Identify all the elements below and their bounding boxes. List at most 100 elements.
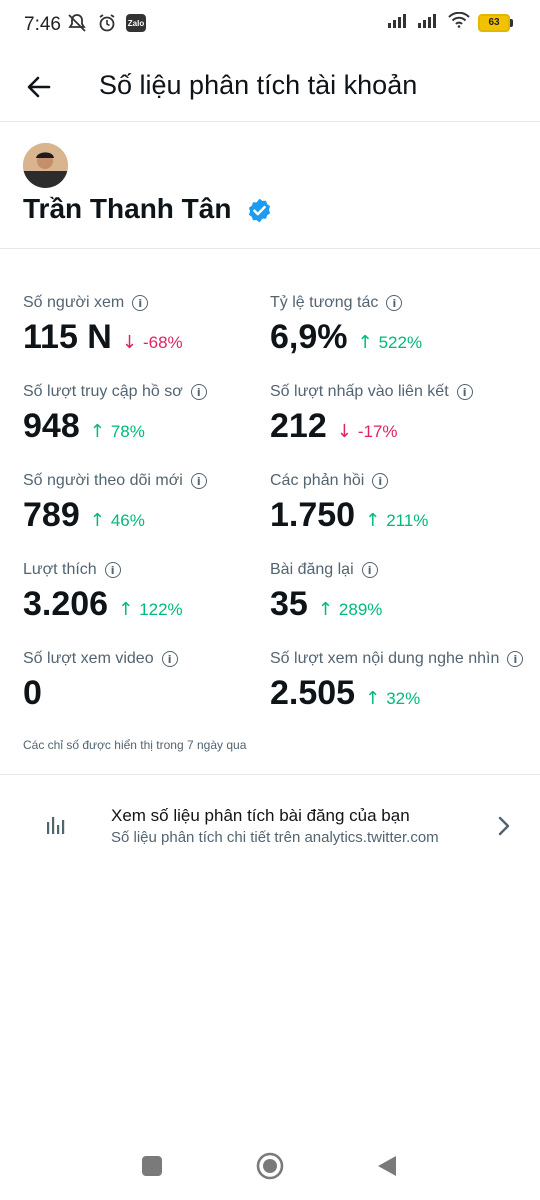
back-button[interactable] xyxy=(22,70,56,104)
metric-link-clicks: Số lượt nhấp vào liên kết i 212 ↓ -17% xyxy=(270,381,520,446)
metric-likes: Lượt thích i 3.206 ↑ 122% xyxy=(23,559,273,624)
status-time: 7:46 xyxy=(24,14,61,35)
metric-profile-visits: Số lượt truy cập hồ sơ i 948 ↑ 78% xyxy=(23,381,273,446)
bar-chart-icon xyxy=(47,817,65,834)
metric-value: 789 xyxy=(23,496,80,534)
metric-change: ↑ 46% xyxy=(90,510,145,531)
status-bar: 7:46 Zalo 63 xyxy=(0,0,540,50)
metric-label: Số người theo dõi mới xyxy=(23,472,183,489)
metric-change: ↑ 122% xyxy=(118,599,183,620)
metric-engagement-rate: Tỷ lệ tương tác i 6,9% ↑ 522% xyxy=(270,292,520,357)
metric-change-value: 122% xyxy=(139,599,183,619)
metric-label-wrap: Số lượt truy cập hồ sơ i xyxy=(23,381,273,403)
metric-value-row: 212 ↓ -17% xyxy=(270,407,520,446)
down-arrow-icon: ↓ xyxy=(121,332,137,353)
metric-change: ↓ -68% xyxy=(122,332,183,353)
metric-change: ↑ 522% xyxy=(358,332,423,353)
metrics-divider xyxy=(0,774,540,775)
metric-value: 0 xyxy=(23,674,42,712)
metric-label: Số người xem xyxy=(23,294,125,311)
avatar[interactable] xyxy=(23,143,68,188)
metrics-footnote: Các chỉ số được hiển thị trong 7 ngày qu… xyxy=(23,738,247,752)
metric-value: 1.750 xyxy=(270,496,356,534)
home-button[interactable] xyxy=(256,1152,284,1180)
metric-label: Số lượt xem video xyxy=(23,650,154,667)
up-arrow-icon: ↑ xyxy=(365,510,381,531)
metric-value: 6,9% xyxy=(270,318,348,356)
metric-value-row: 789 ↑ 46% xyxy=(23,496,273,535)
status-left-icons: Zalo xyxy=(66,12,146,34)
up-arrow-icon: ↑ xyxy=(89,421,105,442)
status-right-icons: 63 xyxy=(388,11,513,33)
post-analytics-link[interactable]: Xem số liệu phân tích bài đăng của bạn S… xyxy=(0,790,540,862)
metric-label-wrap: Số lượt xem nội dung nghe nhìn i xyxy=(270,648,532,670)
back-arrow-icon xyxy=(27,76,51,98)
metric-value-row: 0 xyxy=(23,674,273,713)
metric-label-wrap: Lượt thích i xyxy=(23,559,273,581)
metric-change: ↑ 289% xyxy=(318,599,383,620)
metric-value-row: 35 ↑ 289% xyxy=(270,585,520,624)
app-header: Số liệu phân tích tài khoản xyxy=(0,58,540,120)
info-icon[interactable]: i xyxy=(386,295,403,311)
link-title: Xem số liệu phân tích bài đăng của bạn xyxy=(111,806,410,825)
metric-change-value: 32% xyxy=(386,688,421,708)
metric-media-views: Số lượt xem nội dung nghe nhìn i 2.505 ↑ 3… xyxy=(270,648,532,713)
metric-value: 948 xyxy=(23,407,80,445)
system-nav-bar xyxy=(0,1140,540,1192)
wifi-icon xyxy=(448,11,470,33)
info-icon[interactable]: i xyxy=(190,473,207,489)
metric-replies: Các phản hồi i 1.750 ↑ 211% xyxy=(270,470,520,535)
metric-value: 3.206 xyxy=(23,585,109,623)
up-arrow-icon: ↑ xyxy=(118,599,134,620)
info-icon[interactable]: i xyxy=(161,651,178,667)
verified-badge-icon xyxy=(248,198,271,223)
metric-change-value: -68% xyxy=(142,332,183,352)
metric-label-wrap: Tỷ lệ tương tác i xyxy=(270,292,520,314)
metric-change-value: 78% xyxy=(110,421,145,441)
info-icon[interactable]: i xyxy=(456,384,473,400)
signal-icon xyxy=(388,12,410,33)
metric-value-row: 2.505 ↑ 32% xyxy=(270,674,532,713)
metric-label: Số lượt nhấp vào liên kết xyxy=(270,383,449,400)
metric-change-value: 46% xyxy=(110,510,145,530)
profile-divider xyxy=(0,248,540,249)
metric-label-wrap: Các phản hồi i xyxy=(270,470,520,492)
up-arrow-icon: ↑ xyxy=(357,332,373,353)
profile-name: Trần Thanh Tân xyxy=(23,193,232,224)
metric-value-row: 948 ↑ 78% xyxy=(23,407,273,446)
metric-video-views: Số lượt xem video i 0 xyxy=(23,648,273,713)
up-arrow-icon: ↑ xyxy=(89,510,105,531)
metric-label-wrap: Số người theo dõi mới i xyxy=(23,470,273,492)
link-subtitle: Số liệu phân tích chi tiết trên analytic… xyxy=(111,829,439,846)
metric-change-value: -17% xyxy=(357,421,398,441)
metric-change: ↑ 32% xyxy=(365,688,420,709)
info-icon[interactable]: i xyxy=(190,384,207,400)
info-icon[interactable]: i xyxy=(132,295,149,311)
system-back-button[interactable] xyxy=(376,1154,398,1178)
metric-label: Số lượt xem nội dung nghe nhìn xyxy=(270,650,500,667)
metric-change: ↑ 211% xyxy=(365,510,428,531)
info-icon[interactable]: i xyxy=(361,562,378,578)
info-icon[interactable]: i xyxy=(372,473,389,489)
info-icon[interactable]: i xyxy=(507,651,524,667)
up-arrow-icon: ↑ xyxy=(365,688,381,709)
metric-change: ↑ 78% xyxy=(90,421,145,442)
recents-button[interactable] xyxy=(142,1156,162,1176)
signal-icon-2 xyxy=(418,12,440,33)
header-divider xyxy=(0,121,540,122)
metric-value: 35 xyxy=(270,585,308,623)
metric-label: Lượt thích xyxy=(23,561,97,578)
info-icon[interactable]: i xyxy=(104,562,121,578)
alarm-icon xyxy=(96,12,118,34)
metric-value: 2.505 xyxy=(270,674,356,712)
notifications-muted-icon xyxy=(66,12,88,34)
battery-icon: 63 xyxy=(478,13,513,32)
metric-label: Số lượt truy cập hồ sơ xyxy=(23,383,183,400)
metric-viewers: Số người xem i 115 N ↓ -68% xyxy=(23,292,273,357)
metric-value: 212 xyxy=(270,407,327,445)
metric-change: ↓ -17% xyxy=(337,421,398,442)
metric-value-row: 3.206 ↑ 122% xyxy=(23,585,273,624)
zalo-icon: Zalo xyxy=(126,14,146,32)
avatar-photo xyxy=(23,143,68,188)
metric-value-row: 1.750 ↑ 211% xyxy=(270,496,520,535)
